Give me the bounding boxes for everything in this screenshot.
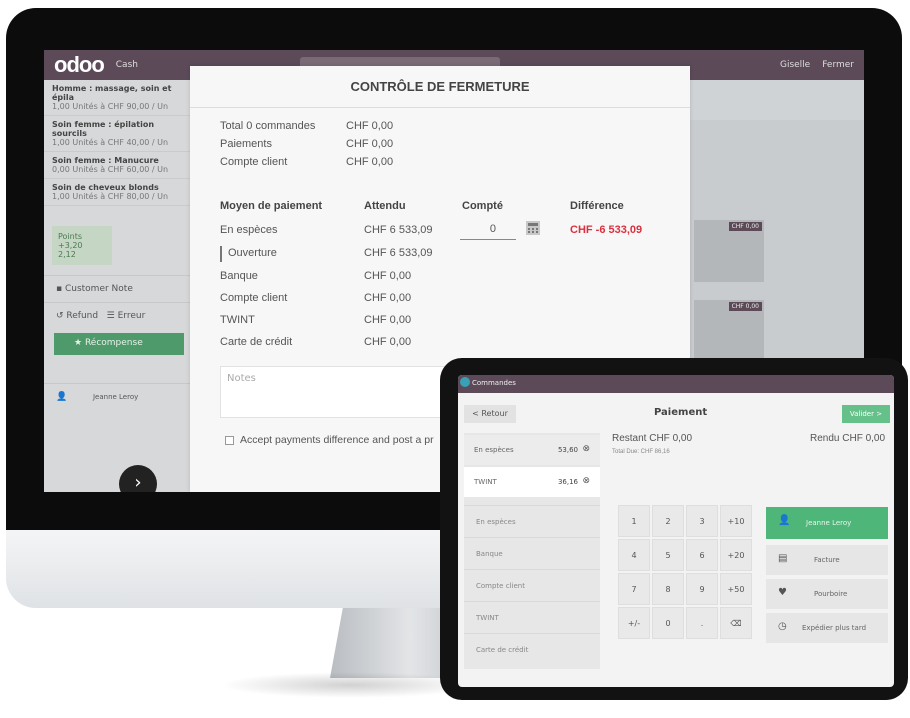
total-due: Total Due: CHF 86,16 [612, 449, 670, 455]
payment-method-button[interactable]: Compte client [464, 569, 600, 601]
odoo-logo: odoo [54, 52, 105, 77]
opening-expected: CHF 6 533,09 [364, 247, 433, 259]
numpad-key[interactable]: +50 [720, 573, 752, 605]
numpad-key[interactable]: 6 [686, 539, 718, 571]
header-counted: Compté [462, 200, 503, 212]
counted-cash-input[interactable] [460, 218, 516, 240]
header-difference: Différence [570, 200, 624, 212]
numpad-key[interactable]: +/- [618, 607, 650, 639]
header-expected: Attendu [364, 200, 406, 212]
method-expected: CHF 0,00 [364, 270, 412, 282]
product-card[interactable]: CHF 0,00 [694, 220, 764, 282]
payment-methods-panel: En espèces 53,60 ⊗ TWINT 36,16 ⊗ En espè… [464, 433, 600, 669]
change-amount: Rendu CHF 0,00 [810, 433, 886, 444]
cash-expected: CHF 6 533,09 [364, 224, 433, 236]
numpad: 1 2 3 +10 4 5 6 +20 7 8 9 +50 +/- 0 . ⌫ [618, 505, 754, 641]
payment-method-button[interactable]: TWINT [464, 601, 600, 633]
clock-icon: ◷ [778, 621, 787, 632]
ship-later-button[interactable]: ◷ Expédier plus tard [766, 613, 888, 643]
opening-indent [220, 246, 222, 262]
reward-button[interactable]: ★ Récompense [54, 333, 184, 355]
method-expected: CHF 0,00 [364, 292, 412, 304]
method-name: TWINT [220, 314, 255, 326]
method-expected: CHF 0,00 [364, 314, 412, 326]
order-line[interactable]: Soin de cheveux blonds 1,00 Unités à CHF … [44, 179, 194, 206]
numpad-key[interactable]: 4 [618, 539, 650, 571]
method-expected: CHF 0,00 [364, 336, 412, 348]
tip-button[interactable]: ♥ Pourboire [766, 579, 888, 609]
numpad-key[interactable]: 3 [686, 505, 718, 537]
payment-title: Paiement [654, 407, 708, 418]
close-session-button[interactable]: Fermer [822, 60, 854, 70]
points-box: Points +3,20 2,12 [52, 226, 112, 265]
order-line[interactable]: Soin femme : Manucure 0,00 Unités à CHF 6… [44, 152, 194, 179]
orders-label[interactable]: Commandes [472, 379, 516, 387]
remove-payment-icon[interactable]: ⊗ [582, 444, 590, 454]
customer-button[interactable]: 👤 Jeanne Leroy [766, 507, 888, 539]
numpad-key[interactable]: +20 [720, 539, 752, 571]
opening-method: Ouverture [228, 247, 277, 259]
user-icon: 👤 [778, 515, 791, 526]
user-menu[interactable]: Giselle [780, 60, 810, 70]
summary-label: Total 0 commandes [220, 120, 316, 132]
method-name: Carte de crédit [220, 336, 293, 348]
heart-icon: ♥ [778, 587, 787, 598]
order-line[interactable]: Homme : massage, soin et épila 1,00 Unité… [44, 80, 194, 116]
dialog-title: CONTRÔLE DE FERMETURE [190, 66, 690, 108]
cash-difference: CHF -6 533,09 [570, 224, 643, 236]
order-line[interactable]: Soin femme : épilation sourcils 1,00 Unit… [44, 116, 194, 152]
numpad-key[interactable]: 5 [652, 539, 684, 571]
remaining-amount: Restant CHF 0,00 [612, 433, 693, 444]
summary-label: Paiements [220, 138, 272, 150]
remove-payment-icon[interactable]: ⊗ [582, 476, 590, 486]
numpad-key[interactable]: 9 [686, 573, 718, 605]
cash-menu[interactable]: Cash [116, 60, 138, 70]
summary-value: CHF 0,00 [346, 120, 394, 132]
payment-method-button[interactable]: Carte de crédit [464, 633, 600, 665]
summary-value: CHF 0,00 [346, 138, 394, 150]
customer-note-button[interactable]: ▪ Customer Note [44, 275, 194, 302]
tablet-topbar: Commandes [458, 375, 894, 393]
payment-line[interactable]: En espèces 53,60 ⊗ [464, 435, 600, 465]
numpad-key[interactable]: +10 [720, 505, 752, 537]
accept-difference-checkbox[interactable] [225, 436, 234, 445]
refund-button[interactable]: ↺ Refund ☰ Erreur [44, 302, 194, 329]
cash-method: En espèces [220, 224, 278, 236]
validate-button[interactable]: Valider > [842, 405, 890, 423]
back-button[interactable]: < Retour [464, 405, 516, 423]
summary-value: CHF 0,00 [346, 156, 394, 168]
file-icon: ▤ [778, 553, 788, 564]
numpad-key[interactable]: 2 [652, 505, 684, 537]
accept-difference-label: Accept payments difference and post a pr [240, 434, 434, 446]
method-name: Banque [220, 270, 258, 282]
payment-line[interactable]: TWINT 36,16 ⊗ [464, 467, 600, 497]
numpad-key[interactable]: . [686, 607, 718, 639]
numpad-key[interactable]: 0 [652, 607, 684, 639]
numpad-key[interactable]: 7 [618, 573, 650, 605]
backspace-key[interactable]: ⌫ [720, 607, 752, 639]
next-arrow-icon[interactable]: › [119, 465, 157, 492]
customer-row[interactable]: 👤 Jeanne Leroy [44, 383, 194, 410]
calculator-icon[interactable] [525, 220, 541, 236]
numpad-key[interactable]: 1 [618, 505, 650, 537]
invoice-button[interactable]: ▤ Facture [766, 545, 888, 575]
payment-method-button[interactable]: En espèces [464, 505, 600, 537]
header-method: Moyen de paiement [220, 200, 323, 212]
notes-textarea[interactable]: Notes [220, 366, 460, 418]
summary-label: Compte client [220, 156, 288, 168]
order-panel: Homme : massage, soin et épila 1,00 Unité… [44, 80, 194, 492]
payment-method-button[interactable]: Banque [464, 537, 600, 569]
tablet-screen: Commandes < Retour Paiement Valider > En… [458, 375, 894, 687]
app-logo-icon [460, 377, 470, 387]
method-name: Compte client [220, 292, 288, 304]
numpad-key[interactable]: 8 [652, 573, 684, 605]
product-card[interactable]: CHF 0,00 [694, 300, 764, 362]
